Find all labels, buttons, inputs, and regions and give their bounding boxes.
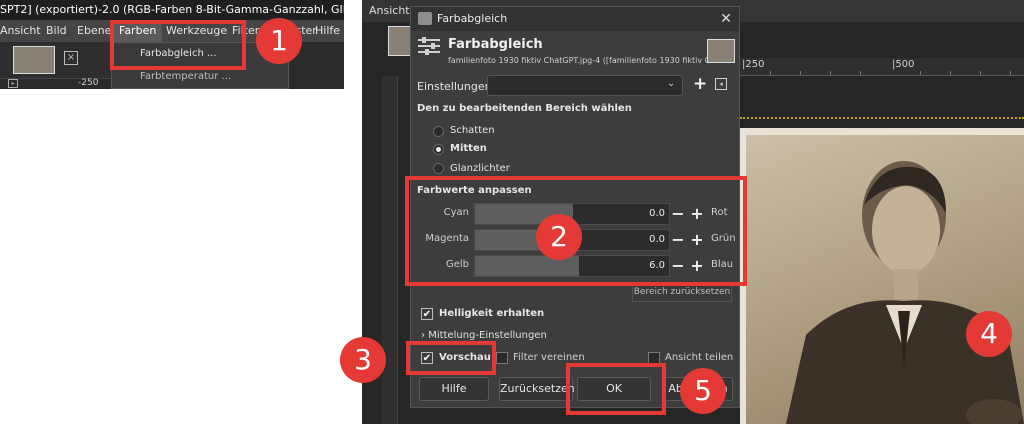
menu-bild[interactable]: Bild	[46, 20, 67, 42]
merge-filter-label[interactable]: Filter vereinen	[513, 352, 585, 363]
layer-boundary	[740, 117, 1024, 119]
settings-combo[interactable]	[487, 75, 683, 96]
menu-item-farbtemperatur[interactable]: Farbtemperatur ...	[140, 71, 231, 82]
radio-label-schatten: Schatten	[450, 125, 495, 136]
vertical-ruler	[382, 76, 398, 424]
settings-label: Einstellungen:	[417, 80, 496, 93]
annotation-badge-4: 4	[966, 311, 1012, 357]
ruler-label: -250	[78, 78, 99, 88]
menu-ansicht[interactable]: Ansicht	[369, 4, 410, 17]
color-balance-icon	[418, 12, 432, 25]
close-icon[interactable]: ✕	[717, 10, 735, 28]
merge-filter-checkbox[interactable]	[496, 352, 508, 364]
help-button[interactable]: Hilfe	[419, 377, 489, 401]
menu-ansicht[interactable]: Ansicht	[0, 20, 41, 42]
menu-hilfe[interactable]: Hilfe	[315, 20, 340, 42]
dialog-title: Farbabgleich	[437, 12, 508, 25]
dialog-header-title: Farbabgleich	[448, 37, 543, 52]
annotation-badge-1: 1	[256, 18, 302, 64]
range-heading: Den zu bearbeitenden Bereich wählen	[417, 103, 632, 114]
radio-label-mitten: Mitten	[450, 143, 487, 154]
reset-button[interactable]: Zurücksetzen	[499, 377, 575, 401]
preset-menu-icon[interactable]: ◂	[715, 78, 727, 90]
menu-ebene[interactable]: Ebene	[77, 20, 111, 42]
chevron-right-icon: ›	[421, 330, 425, 341]
averaging-label: Mittelung-Einstellungen	[428, 330, 547, 341]
annotation-badge-2: 2	[536, 214, 582, 260]
navigation-icon[interactable]: ▸	[8, 79, 18, 88]
image-thumbnail-icon[interactable]	[13, 46, 55, 74]
image-thumbnail-icon[interactable]	[388, 26, 412, 56]
split-view-label[interactable]: Ansicht teilen	[665, 352, 733, 363]
close-icon[interactable]: ×	[64, 51, 78, 65]
ruler-label: |250	[742, 59, 765, 70]
radio-label-glanzlichter: Glanzlichter	[450, 163, 510, 174]
keep-luminosity-label[interactable]: Helligkeit erhalten	[439, 308, 544, 319]
highlight-box-ok	[566, 363, 666, 415]
portrait-photo	[786, 161, 1024, 424]
radio-schatten[interactable]	[433, 126, 444, 137]
annotation-badge-3: 3	[340, 337, 386, 383]
check-icon[interactable]: ✔	[421, 308, 433, 320]
radio-glanzlichter[interactable]	[433, 163, 444, 174]
add-preset-plus-icon[interactable]: +	[693, 74, 707, 94]
ruler-label: |500	[892, 59, 915, 70]
horizontal-ruler: |250 |500	[740, 58, 1024, 76]
annotation-badge-5: 5	[680, 368, 726, 414]
color-balance-icon	[418, 37, 440, 55]
image-thumbnail-icon	[707, 39, 735, 63]
chevron-down-icon[interactable]: ⌄	[667, 78, 675, 89]
radio-mitten[interactable]	[433, 144, 444, 155]
highlight-box-preview	[406, 341, 496, 375]
window-title: SPT2] (exportiert)-2.0 (RGB-Farben 8-Bit…	[0, 0, 344, 20]
highlight-box-menu	[110, 20, 246, 70]
dialog-header-subtitle: familienfoto 1930 fiktiv ChatGPT.jpg-4 (…	[448, 56, 708, 65]
averaging-expander[interactable]: › Mittelung-Einstellungen	[421, 330, 547, 341]
photo-image[interactable]	[746, 135, 1024, 424]
